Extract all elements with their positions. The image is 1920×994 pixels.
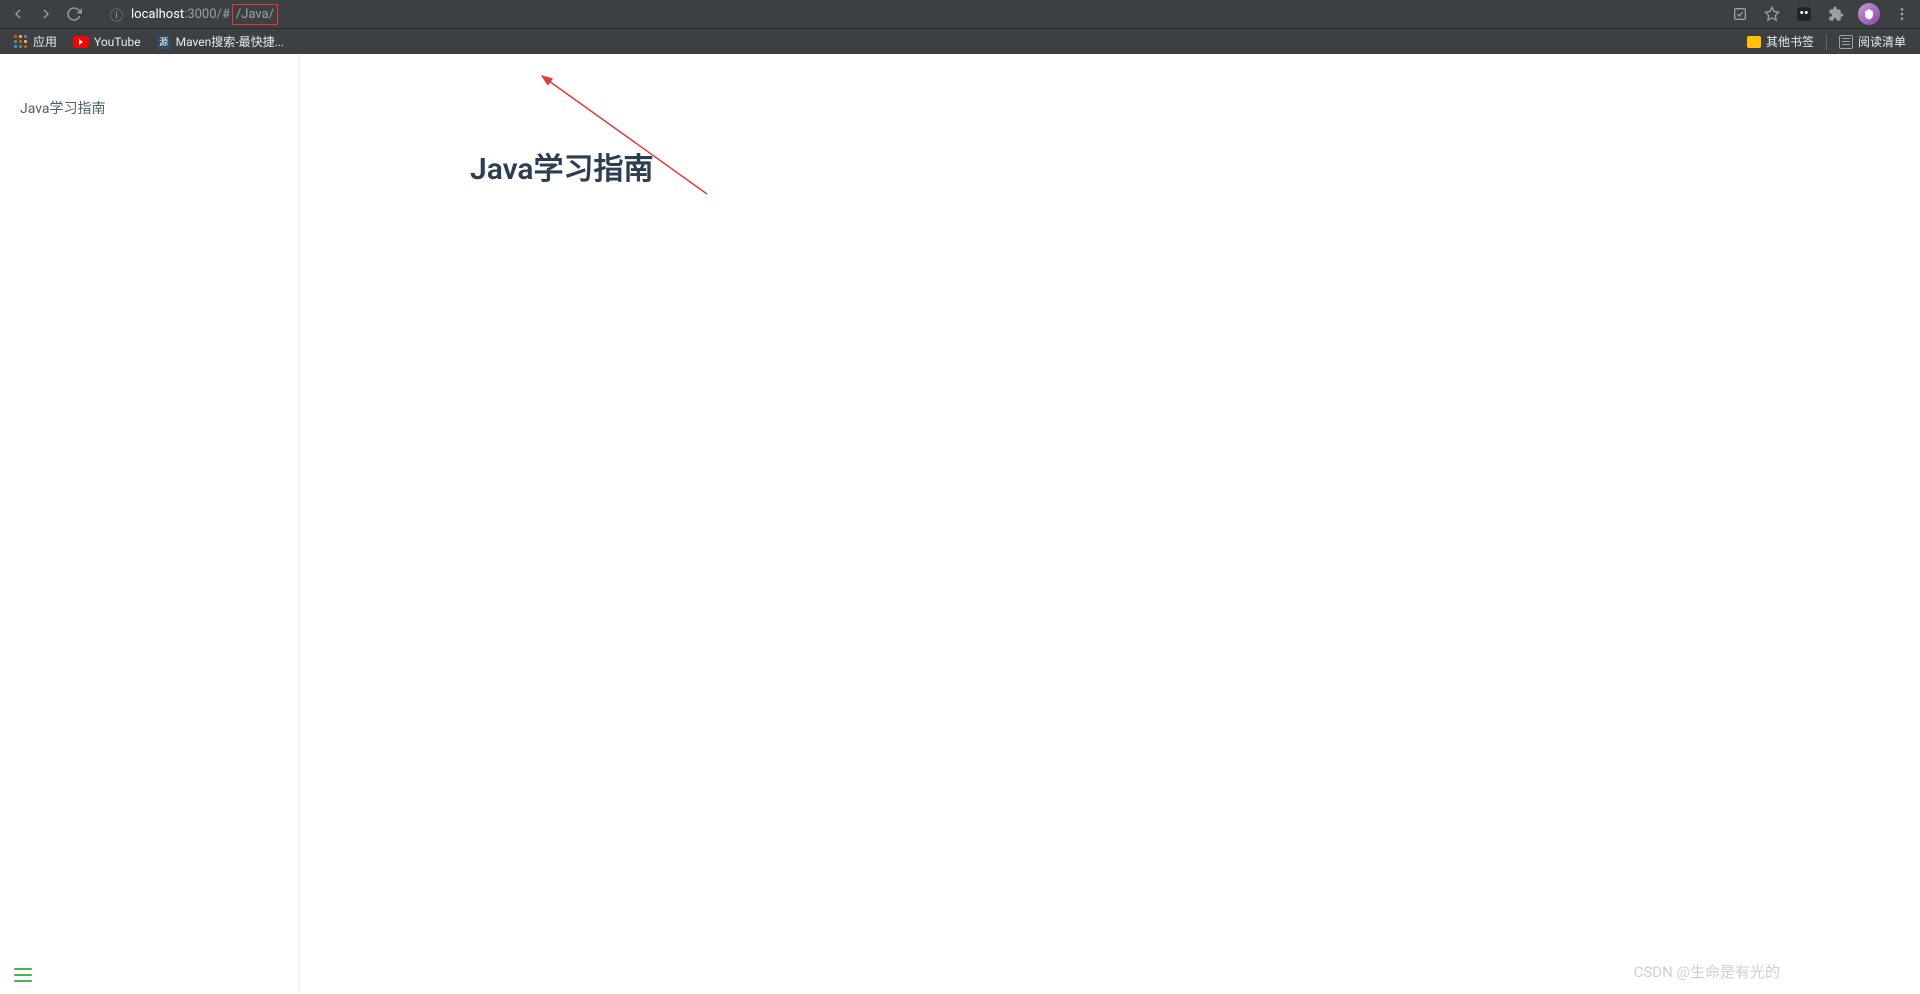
profile-avatar[interactable] [1858,3,1880,25]
sidebar-item-java-guide[interactable]: Java学习指南 [20,94,279,122]
sidebar: Java学习指南 [0,54,300,994]
reading-list[interactable]: 阅读清单 [1833,30,1912,53]
forward-button[interactable] [36,4,56,24]
main-content: Java学习指南 [300,54,1920,994]
other-bookmarks[interactable]: 其他书签 [1741,30,1820,53]
star-icon[interactable] [1762,4,1782,24]
other-bookmarks-label: 其他书签 [1766,33,1814,50]
url-text: localhost:3000/#/Java/ [131,4,278,25]
apps-icon [14,35,28,49]
bookmarks-bar: 应用 YouTube 源 Maven搜索-最快捷... 其他书签 阅读清单 [0,28,1920,54]
toolbar-right [1730,3,1912,25]
reload-button[interactable] [64,4,84,24]
divider [1826,34,1827,50]
menu-icon[interactable] [1892,4,1912,24]
reading-list-label: 阅读清单 [1858,33,1906,50]
sidebar-item-label: Java学习指南 [20,101,106,117]
youtube-label: YouTube [94,35,141,49]
extensions-icon[interactable] [1826,4,1846,24]
reading-list-icon [1839,35,1853,49]
youtube-bookmark[interactable]: YouTube [67,32,147,52]
back-button[interactable] [8,4,28,24]
page-content: Java学习指南 Java学习指南 CSDN @生命是有光的 [0,54,1920,994]
site-info-icon[interactable]: ⓘ [110,5,123,24]
maven-label: Maven搜索-最快捷... [176,33,284,50]
folder-icon [1747,36,1761,48]
ghost-extension-icon[interactable] [1794,4,1814,24]
apps-label: 应用 [33,33,57,50]
page-heading: Java学习指南 [470,144,1860,188]
url-bar[interactable]: ⓘ localhost:3000/#/Java/ [100,2,1710,26]
share-icon[interactable] [1730,4,1750,24]
watermark: CSDN @生命是有光的 [1634,961,1780,982]
bookmarks-right: 其他书签 阅读清单 [1741,30,1912,53]
url-highlight: /Java/ [232,4,278,25]
maven-icon: 源 [157,35,171,49]
hamburger-menu[interactable] [14,968,32,982]
youtube-icon [73,36,89,48]
browser-toolbar: ⓘ localhost:3000/#/Java/ [0,0,1920,28]
maven-bookmark[interactable]: 源 Maven搜索-最快捷... [151,30,290,53]
apps-shortcut[interactable]: 应用 [8,30,63,53]
